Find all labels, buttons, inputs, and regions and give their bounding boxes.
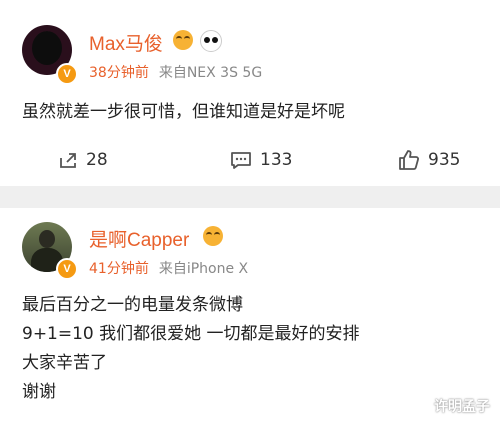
post-meta: 38分钟前 来自NEX 3S 5G	[89, 62, 262, 82]
panda-emoji-icon	[200, 30, 222, 52]
like-count: 935	[428, 150, 461, 170]
comment-icon	[231, 152, 251, 169]
weibo-post: V Max马俊 38分钟前 来自NEX 3S 5G 虽然就差一步很可惜，但谁知道是…	[0, 0, 500, 186]
username[interactable]: Max马俊	[89, 29, 163, 56]
smile-emoji-icon	[203, 226, 223, 246]
verified-badge: V	[56, 63, 78, 85]
content-line: 谢谢	[22, 382, 56, 402]
share-button[interactable]: 28	[58, 146, 108, 174]
like-icon	[399, 150, 420, 170]
post-time: 38分钟前	[89, 65, 149, 81]
post-source: 来自iPhone X	[158, 261, 249, 277]
content-line: 最后百分之一的电量发条微博	[22, 295, 243, 315]
content-line: 虽然就差一步很可惜，但谁知道是好是坏呢	[22, 102, 345, 122]
share-icon	[60, 153, 76, 168]
post-meta: 41分钟前 来自iPhone X	[89, 258, 248, 278]
share-count: 28	[86, 150, 108, 170]
smile-emoji-icon	[173, 30, 193, 50]
username[interactable]: 是啊Capper	[89, 225, 189, 252]
post-content: 虽然就差一步很可惜，但谁知道是好是坏呢	[22, 98, 345, 127]
action-bar: 28 133 935	[0, 146, 500, 174]
post-separator	[0, 186, 500, 208]
watermark: 许明孟子	[434, 399, 490, 415]
content-line: 9+1=10 我们都很爱她 一切都是最好的安排	[22, 324, 360, 344]
like-button[interactable]: 935	[398, 146, 460, 174]
post-source: 来自NEX 3S 5G	[158, 65, 263, 81]
comment-count: 133	[260, 150, 293, 170]
comment-button[interactable]: 133	[230, 146, 292, 174]
post-time: 41分钟前	[89, 261, 149, 277]
post-content: 最后百分之一的电量发条微博 9+1=10 我们都很爱她 一切都是最好的安排 大家…	[22, 291, 360, 407]
verified-badge: V	[56, 258, 78, 280]
content-line: 大家辛苦了	[22, 353, 107, 373]
